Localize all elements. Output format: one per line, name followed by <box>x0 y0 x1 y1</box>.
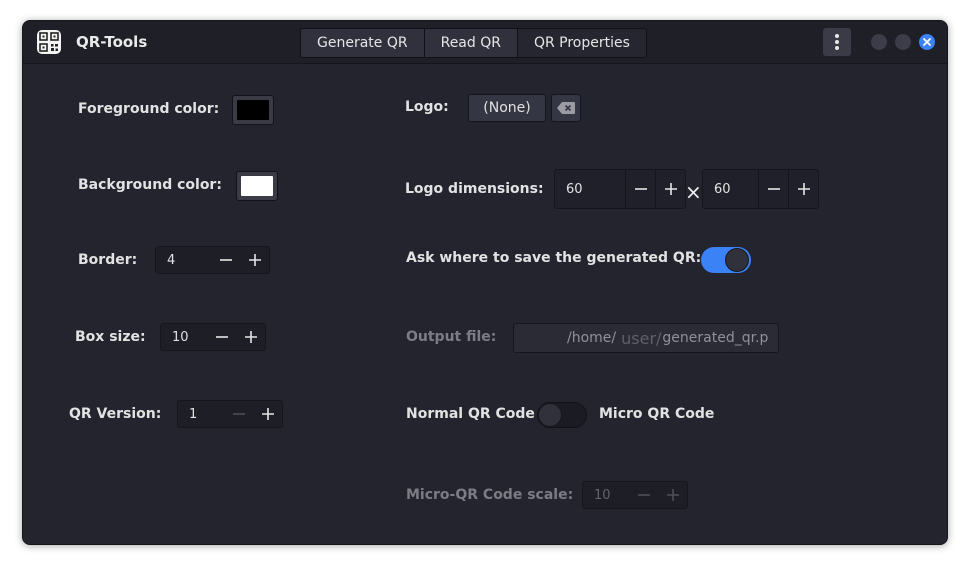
minus-icon <box>232 413 245 415</box>
minus-icon <box>634 188 647 190</box>
logo-width-increment-button[interactable] <box>655 170 685 208</box>
logo-height-increment-button[interactable] <box>788 170 818 208</box>
kebab-menu-icon <box>835 34 839 50</box>
logo-height-value[interactable]: 60 <box>703 182 758 197</box>
output-file-field[interactable]: /home/ user/ generated_qr.p <box>513 323 779 353</box>
minus-icon <box>767 188 780 190</box>
logo-label: Logo: <box>405 99 449 115</box>
micro-scale-value[interactable]: 10 <box>583 488 629 503</box>
border-value[interactable]: 4 <box>156 253 211 268</box>
micro-scale-increment-button[interactable] <box>658 482 687 508</box>
output-file-label: Output file: <box>406 329 497 345</box>
app-title: QR-Tools <box>76 33 148 51</box>
output-path-end: generated_qr.p <box>662 330 769 346</box>
tab-generate-qr[interactable]: Generate QR <box>301 29 425 57</box>
logo-select-button[interactable]: (None) <box>468 94 546 122</box>
background-color-label: Background color: <box>78 177 222 193</box>
micro-scale-spinbox: 10 <box>582 481 688 509</box>
box-size-increment-button[interactable] <box>236 324 265 350</box>
toggle-knob <box>538 403 562 427</box>
minus-icon <box>219 259 232 261</box>
box-size-value[interactable]: 10 <box>161 330 207 345</box>
micro-scale-decrement-button[interactable] <box>629 482 658 508</box>
foreground-color-label: Foreground color: <box>78 101 220 117</box>
background-color-swatch <box>241 176 273 196</box>
box-size-decrement-button[interactable] <box>207 324 236 350</box>
plus-icon <box>664 183 677 195</box>
minimize-button[interactable] <box>871 34 887 50</box>
tab-read-qr[interactable]: Read QR <box>424 29 518 57</box>
plus-icon <box>797 183 810 195</box>
output-path-start: /home/ <box>567 330 617 346</box>
qr-version-spinbox: 1 <box>177 400 283 428</box>
border-increment-button[interactable] <box>240 247 269 273</box>
border-decrement-button[interactable] <box>211 247 240 273</box>
output-path-user: user/ <box>621 328 662 348</box>
title-bar: QR-Tools Generate QR Read QR QR Properti… <box>23 21 947 64</box>
minus-icon <box>637 494 650 496</box>
micro-qr-label: Micro QR Code <box>599 406 715 422</box>
foreground-color-button[interactable] <box>232 95 274 125</box>
logo-clear-button[interactable] <box>551 94 581 122</box>
backspace-clear-icon <box>557 102 575 114</box>
background-color-button[interactable] <box>236 171 278 201</box>
plus-icon <box>244 331 257 343</box>
logo-width-spinbox: 60 <box>554 169 686 209</box>
menu-button[interactable] <box>823 28 851 56</box>
plus-icon <box>248 254 261 266</box>
box-size-spinbox: 10 <box>160 323 266 351</box>
app-window: QR-Tools Generate QR Read QR QR Properti… <box>22 20 948 545</box>
border-spinbox: 4 <box>155 246 270 274</box>
logo-dimensions-label: Logo dimensions: <box>405 181 544 197</box>
qr-mode-toggle[interactable] <box>537 402 587 428</box>
tab-bar: Generate QR Read QR QR Properties <box>300 28 647 58</box>
micro-scale-label: Micro-QR Code scale: <box>406 487 574 503</box>
plus-icon <box>261 408 274 420</box>
box-size-label: Box size: <box>75 329 146 345</box>
qr-version-value[interactable]: 1 <box>178 407 224 422</box>
close-button[interactable] <box>919 34 935 50</box>
border-label: Border: <box>78 252 138 268</box>
ask-save-toggle[interactable] <box>701 247 751 273</box>
normal-qr-label: Normal QR Code <box>406 406 535 422</box>
plus-icon <box>666 489 679 501</box>
qr-version-decrement-button[interactable] <box>224 401 253 427</box>
qr-version-increment-button[interactable] <box>253 401 282 427</box>
tab-qr-properties[interactable]: QR Properties <box>517 29 646 57</box>
logo-width-decrement-button[interactable] <box>625 170 655 208</box>
logo-width-value[interactable]: 60 <box>555 182 625 197</box>
foreground-color-swatch <box>237 100 269 120</box>
logo-height-spinbox: 60 <box>702 169 819 209</box>
logo-height-decrement-button[interactable] <box>758 170 788 208</box>
close-icon <box>923 38 931 46</box>
ask-save-label: Ask where to save the generated QR: <box>406 250 702 266</box>
minus-icon <box>215 336 228 338</box>
qr-version-label: QR Version: <box>69 406 162 422</box>
maximize-button[interactable] <box>895 34 911 50</box>
times-sign: × <box>685 180 702 204</box>
toggle-knob <box>725 248 749 272</box>
qr-code-icon <box>37 30 61 54</box>
